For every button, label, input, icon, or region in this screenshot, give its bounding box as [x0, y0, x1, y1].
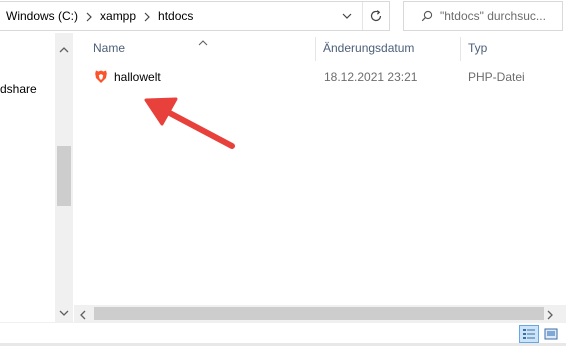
nav-scrollbar[interactable] [55, 33, 73, 323]
horizontal-scrollbar[interactable] [74, 305, 566, 322]
breadcrumb: Windows (C:) xampp htdocs [4, 2, 195, 30]
scroll-up-icon[interactable] [59, 42, 69, 56]
file-date: 18.12.2021 23:21 [324, 70, 418, 84]
red-arrow-icon [144, 97, 235, 149]
scroll-right-icon[interactable] [547, 309, 553, 323]
scroll-left-icon[interactable] [80, 309, 86, 323]
nav-item-dshare[interactable]: dshare [0, 82, 37, 96]
column-divider[interactable] [315, 37, 316, 61]
chevron-down-icon[interactable] [336, 2, 358, 30]
details-view-icon[interactable] [519, 325, 539, 343]
address-bar-row: Windows (C:) xampp htdocs "htdocs" durch… [0, 0, 566, 33]
chevron-right-icon[interactable] [138, 9, 156, 23]
navigation-pane: dshare [0, 33, 73, 323]
column-header-type[interactable]: Typ [468, 41, 487, 55]
search-placeholder: "htdocs" durchsuc... [440, 9, 546, 23]
file-name[interactable]: hallowelt [114, 70, 161, 84]
file-type: PHP-Datei [468, 70, 525, 84]
refresh-icon[interactable] [362, 2, 388, 30]
scroll-down-icon[interactable] [59, 305, 69, 319]
address-bar[interactable]: Windows (C:) xampp htdocs [0, 1, 390, 31]
brave-lion-icon [94, 69, 108, 87]
breadcrumb-item-htdocs[interactable]: htdocs [156, 9, 195, 23]
large-icons-view-icon[interactable] [541, 325, 561, 343]
search-input[interactable]: "htdocs" durchsuc... [403, 1, 563, 31]
file-row[interactable]: hallowelt 18.12.2021 23:21 PHP-Datei [90, 67, 560, 87]
column-header-name[interactable]: Name [93, 41, 125, 55]
file-list: Name Änderungsdatum Typ hallowelt 18.12.… [74, 33, 566, 306]
chevron-right-icon[interactable] [80, 9, 98, 23]
column-divider[interactable] [460, 37, 461, 61]
breadcrumb-item-xampp[interactable]: xampp [98, 9, 138, 23]
sort-ascending-icon [198, 35, 208, 49]
horizontal-scrollbar-thumb[interactable] [94, 307, 544, 320]
column-header-date[interactable]: Änderungsdatum [323, 41, 414, 55]
nav-scrollbar-thumb[interactable] [57, 146, 71, 206]
breadcrumb-item-drive[interactable]: Windows (C:) [4, 9, 80, 23]
search-icon [414, 10, 440, 22]
